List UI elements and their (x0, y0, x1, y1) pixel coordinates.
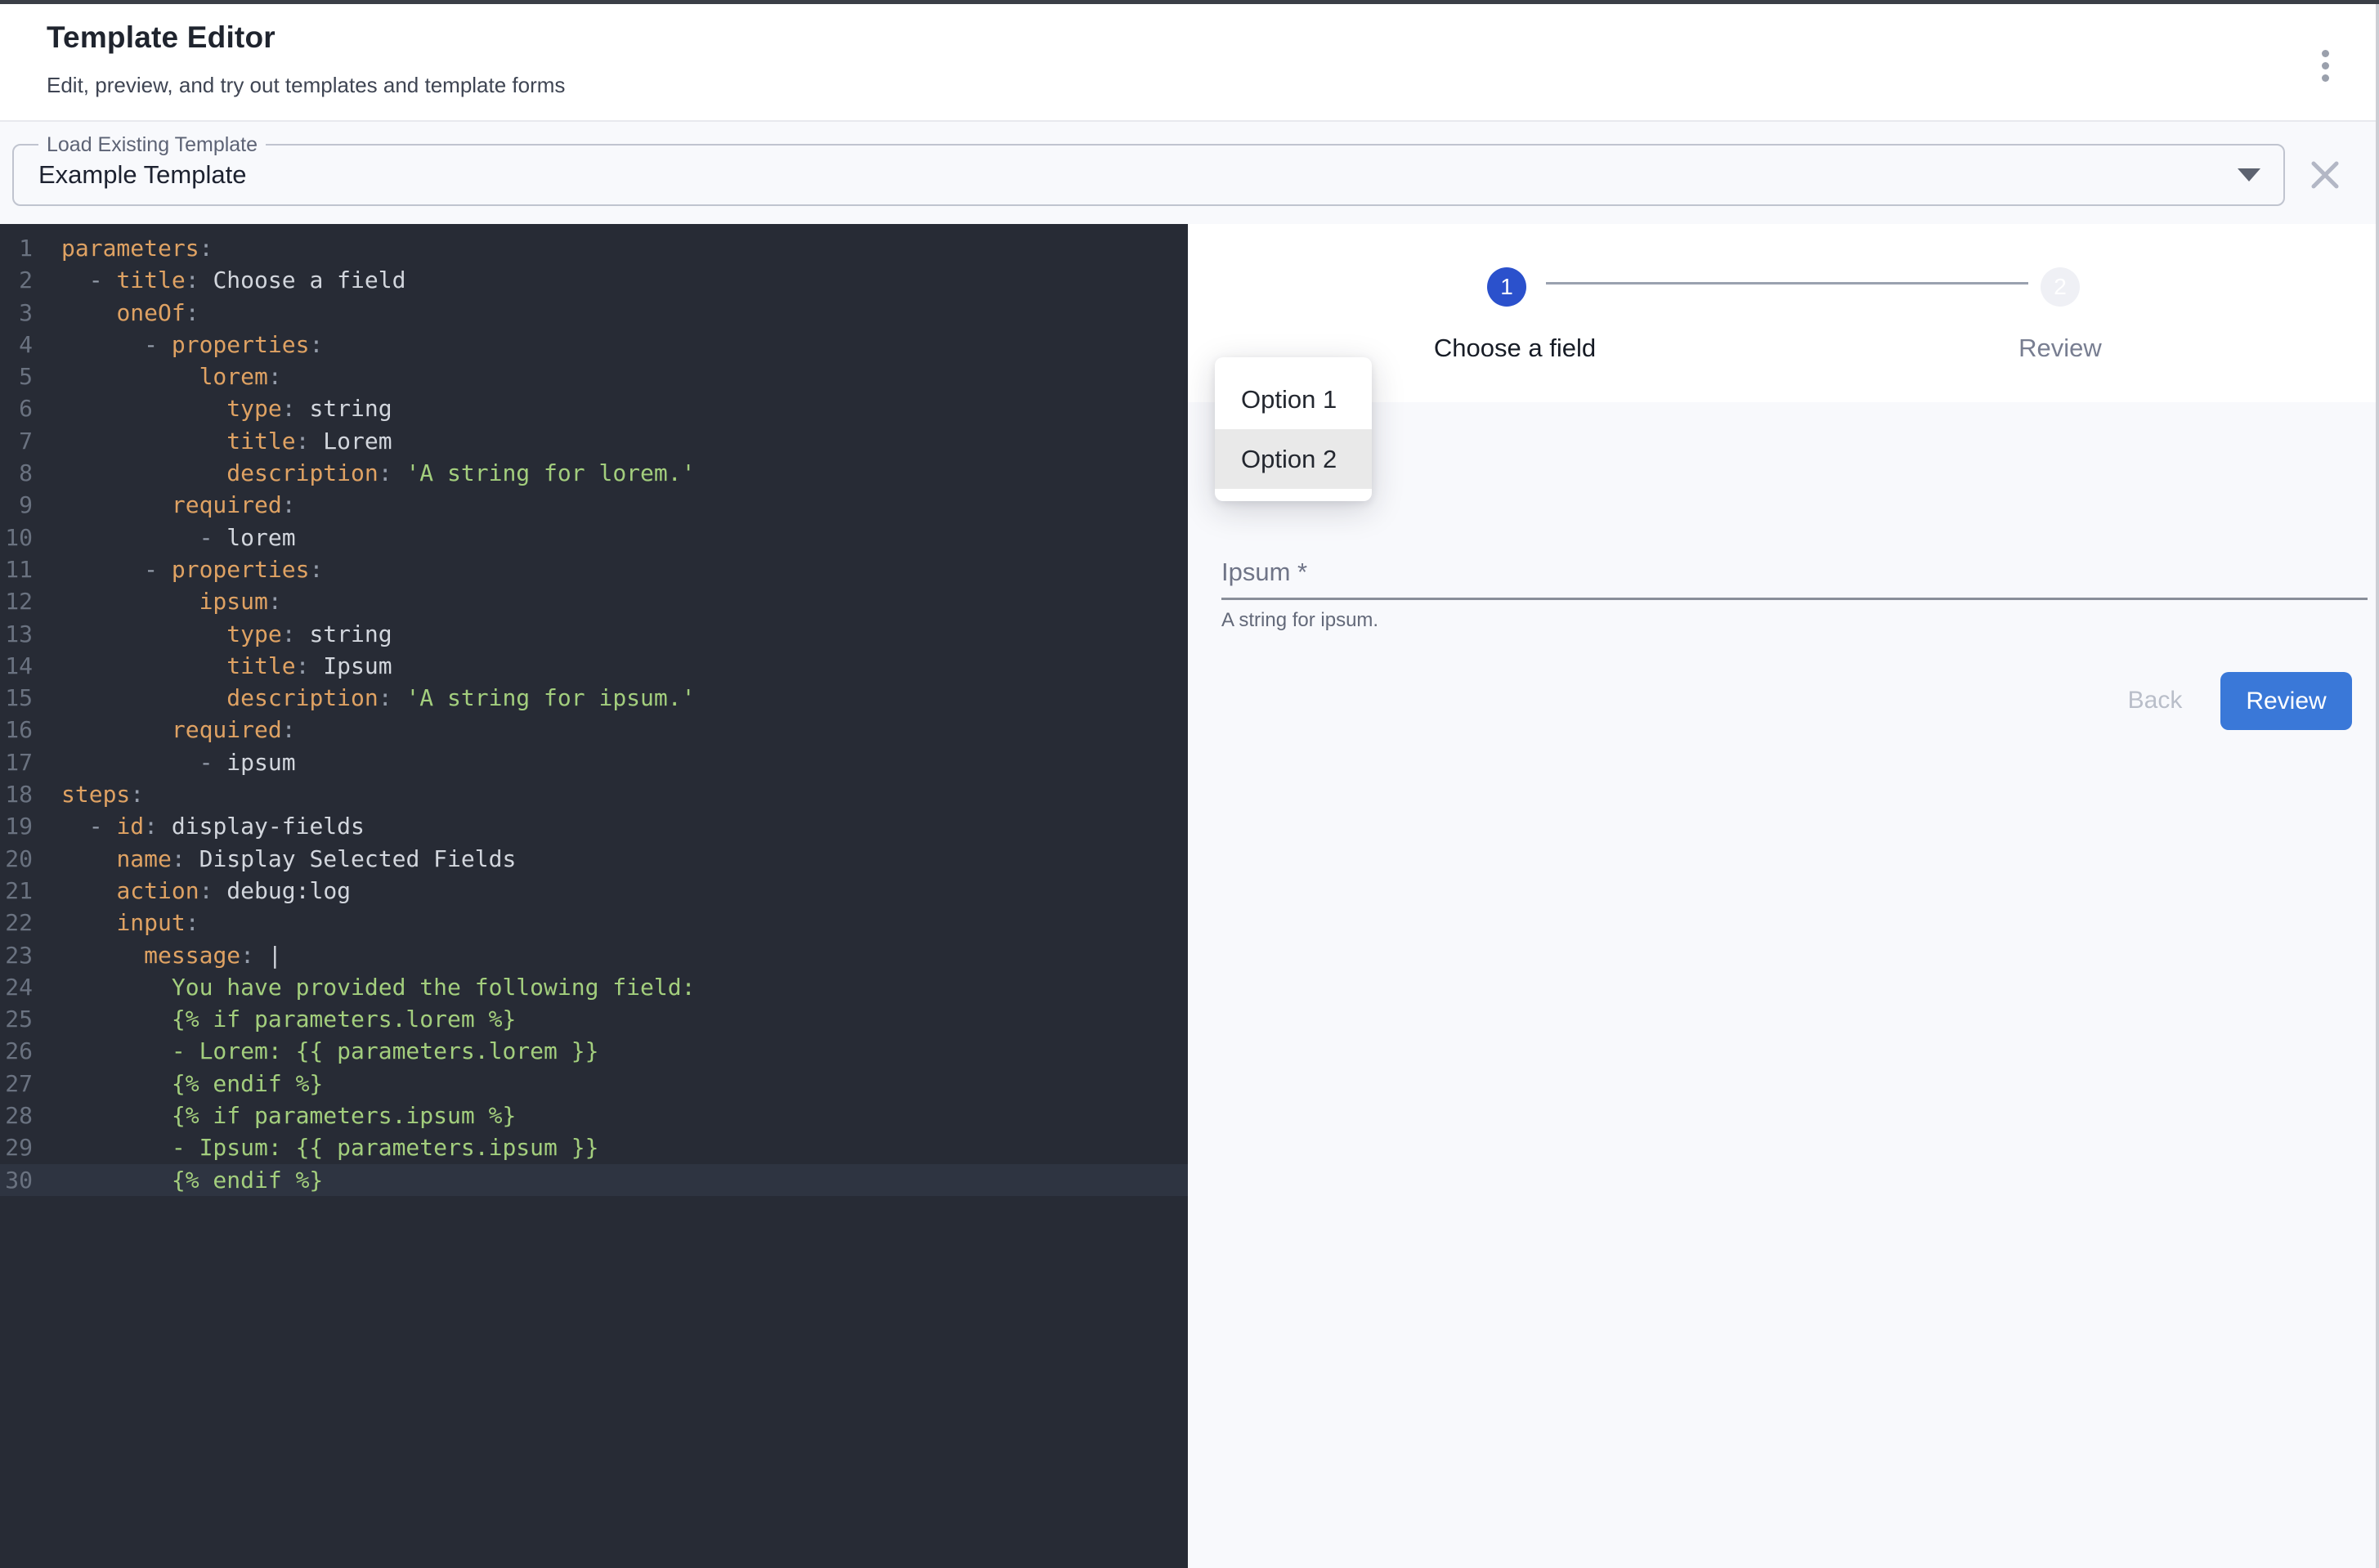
yaml-code-editor[interactable]: 1parameters:2 - title: Choose a field3 o… (0, 224, 1188, 1568)
step-connector (1546, 282, 2028, 284)
clear-template-button[interactable] (2304, 154, 2346, 196)
line-number: 3 (0, 297, 33, 329)
step-indicator-2: 2 (2041, 267, 2080, 307)
line-number: 7 (0, 425, 33, 457)
header: Template Editor Edit, preview, and try o… (0, 4, 2376, 120)
editor-line: 17 - ipsum (0, 746, 1188, 778)
review-button[interactable]: Review (2220, 672, 2352, 730)
line-number: 5 (0, 361, 33, 392)
editor-line: 7 title: Lorem (0, 425, 1188, 457)
back-button[interactable]: Back (2122, 679, 2188, 723)
template-editor-app: Template Editor Edit, preview, and try o… (0, 0, 2379, 1568)
editor-line: 22 input: (0, 907, 1188, 939)
dropdown-option[interactable]: Option 2 (1215, 429, 1372, 489)
editor-line: 30 {% endif %} (0, 1164, 1188, 1196)
editor-line: 16 required: (0, 714, 1188, 746)
line-number: 8 (0, 457, 33, 489)
window-right-edge (2376, 4, 2379, 1568)
editor-line: 27 {% endif %} (0, 1068, 1188, 1100)
editor-line: 2 - title: Choose a field (0, 264, 1188, 296)
line-number: 25 (0, 1003, 33, 1035)
editor-line: 9 required: (0, 489, 1188, 521)
editor-line: 29 - Ipsum: {{ parameters.ipsum }} (0, 1131, 1188, 1163)
line-number: 24 (0, 971, 33, 1003)
load-template-select[interactable]: Load Existing Template Example Template (12, 144, 2285, 206)
line-number: 18 (0, 778, 33, 810)
line-number: 1 (0, 232, 33, 264)
ipsum-field-helper: A string for ipsum. (1221, 609, 2368, 632)
editor-line: 14 title: Ipsum (0, 650, 1188, 682)
editor-line: 5 lorem: (0, 361, 1188, 392)
line-number: 22 (0, 907, 33, 939)
field-options-menu: Option 1Option 2 (1215, 357, 1372, 501)
editor-line: 26 - Lorem: {{ parameters.lorem }} (0, 1035, 1188, 1067)
step-label-choose-a-field: Choose a field (1392, 334, 1638, 363)
line-number: 4 (0, 329, 33, 361)
close-icon (2310, 160, 2340, 190)
more-options-button[interactable] (2304, 39, 2346, 92)
ipsum-field: Ipsum * A string for ipsum. (1221, 558, 2368, 632)
line-number: 23 (0, 939, 33, 971)
line-number: 20 (0, 843, 33, 875)
line-number: 14 (0, 650, 33, 682)
step-number: 2 (2054, 274, 2067, 300)
line-number: 15 (0, 682, 33, 714)
editor-line: 8 description: 'A string for lorem.' (0, 457, 1188, 489)
kebab-menu-icon (2322, 50, 2329, 82)
editor-line: 20 name: Display Selected Fields (0, 843, 1188, 875)
step-number: 1 (1500, 274, 1513, 300)
editor-line: 21 action: debug:log (0, 875, 1188, 907)
line-number: 9 (0, 489, 33, 521)
editor-line: 24 You have provided the following field… (0, 971, 1188, 1003)
step-label-review: Review (1938, 334, 2183, 363)
editor-line: 11 - properties: (0, 553, 1188, 585)
editor-line: 13 type: string (0, 618, 1188, 650)
editor-line: 4 - properties: (0, 329, 1188, 361)
line-number: 12 (0, 585, 33, 617)
editor-line: 23 message: | (0, 939, 1188, 971)
editor-line: 25 {% if parameters.lorem %} (0, 1003, 1188, 1035)
line-number: 26 (0, 1035, 33, 1067)
line-number: 30 (0, 1164, 33, 1196)
page-title: Template Editor (47, 20, 276, 55)
load-template-select-label: Load Existing Template (38, 133, 266, 157)
editor-line: 1parameters: (0, 232, 1188, 264)
editor-line: 12 ipsum: (0, 585, 1188, 617)
ipsum-field-underline (1221, 598, 2368, 600)
load-template-select-value: Example Template (38, 160, 246, 190)
editor-line: 10 - lorem (0, 522, 1188, 553)
page-subtitle: Edit, preview, and try out templates and… (47, 73, 565, 98)
line-number: 27 (0, 1068, 33, 1100)
line-number: 16 (0, 714, 33, 746)
line-number: 11 (0, 553, 33, 585)
line-number: 13 (0, 618, 33, 650)
template-select-bar: Load Existing Template Example Template (0, 122, 2376, 224)
line-number: 21 (0, 875, 33, 907)
editor-line: 3 oneOf: (0, 297, 1188, 329)
line-number: 17 (0, 746, 33, 778)
line-number: 10 (0, 522, 33, 553)
dropdown-option[interactable]: Option 1 (1215, 370, 1372, 429)
editor-line: 6 type: string (0, 392, 1188, 424)
chevron-down-icon (2238, 168, 2260, 181)
line-number: 28 (0, 1100, 33, 1131)
line-number: 6 (0, 392, 33, 424)
editor-line: 28 {% if parameters.ipsum %} (0, 1100, 1188, 1131)
line-number: 2 (0, 264, 33, 296)
step-indicator-1: 1 (1487, 267, 1526, 307)
editor-line: 15 description: 'A string for ipsum.' (0, 682, 1188, 714)
editor-line: 19 - id: display-fields (0, 810, 1188, 842)
line-number: 29 (0, 1131, 33, 1163)
ipsum-input[interactable] (1221, 558, 2368, 598)
editor-line: 18steps: (0, 778, 1188, 810)
editor-lines: 1parameters:2 - title: Choose a field3 o… (0, 232, 1188, 1196)
line-number: 19 (0, 810, 33, 842)
